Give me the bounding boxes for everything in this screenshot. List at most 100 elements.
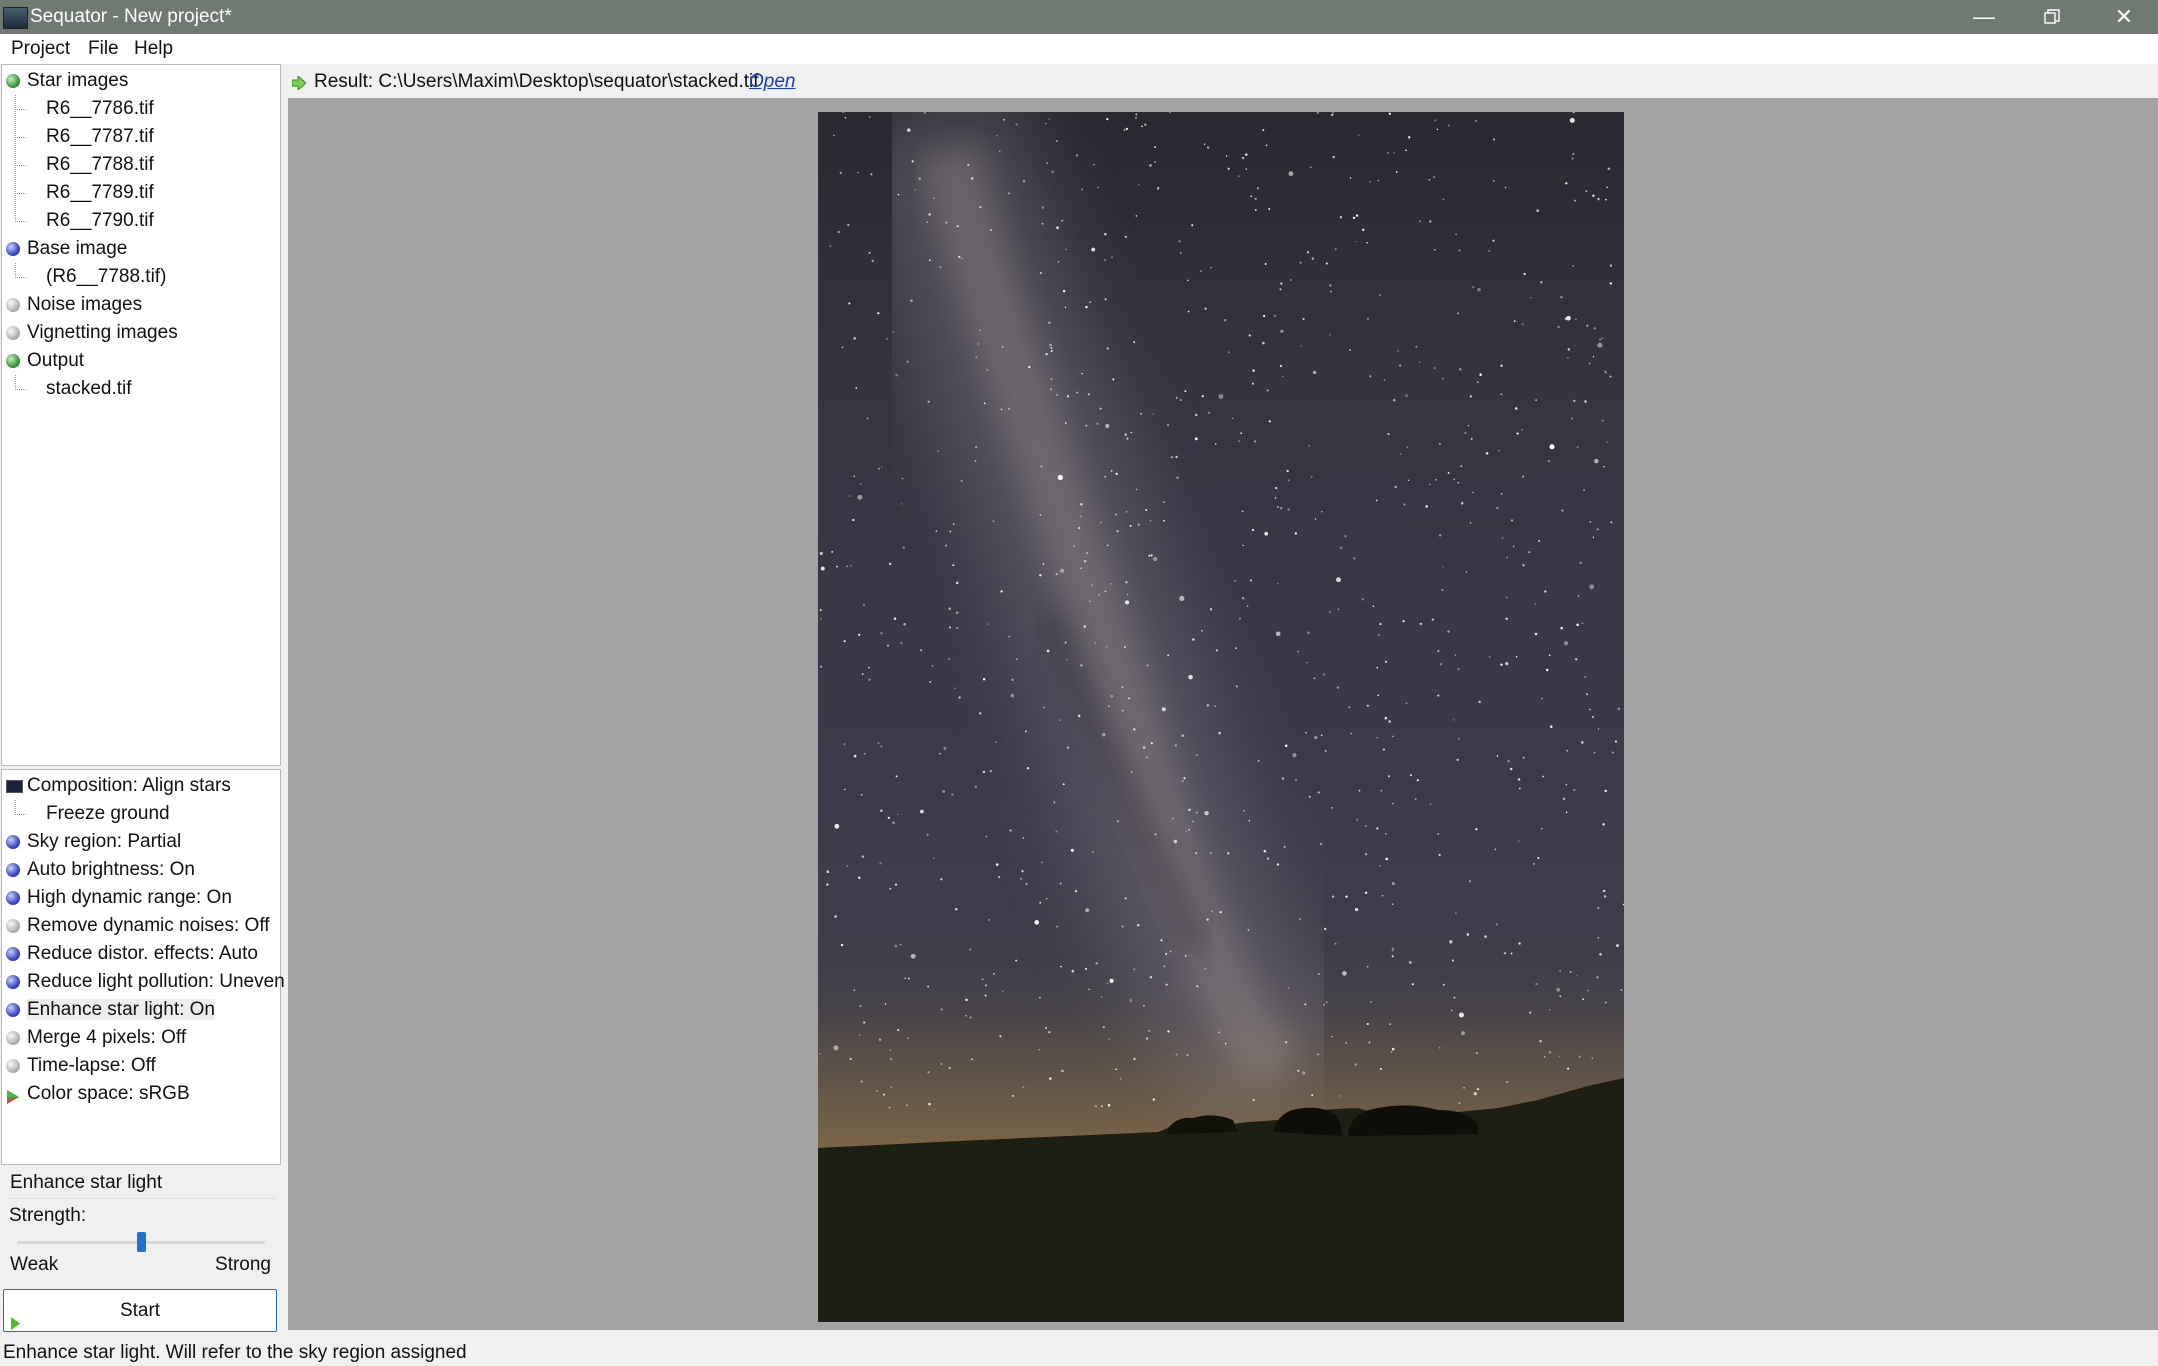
star-dot [1173,839,1178,844]
star-dot [952,523,955,525]
star-dot [1280,329,1284,333]
menu-help[interactable]: Help [134,38,173,60]
tree-output[interactable]: Output [6,347,84,375]
tree-noise-images[interactable]: Noise images [6,291,142,319]
star-dot [1079,515,1082,518]
star-dot [861,855,865,858]
setting-reduce-distortion[interactable]: Reduce distor. effects: Auto [6,940,258,968]
star-dot [1175,396,1178,399]
star-dot [1379,1067,1382,1071]
star-dot [1133,341,1136,344]
star-dot [1124,897,1127,900]
star-dot [1002,118,1005,121]
star-dot [1596,528,1599,531]
setting-auto-brightness[interactable]: Auto brightness: On [6,856,195,884]
star-dot [985,835,988,838]
star-dot [1364,853,1368,856]
star-dot [1339,546,1343,550]
star-dot [1369,180,1371,183]
menu-project[interactable]: Project [11,38,70,60]
tree-base-image[interactable]: Base image [6,235,127,263]
star-dot [1250,195,1253,198]
star-dot [1541,697,1543,700]
star-dot [1607,167,1611,171]
tree-file-7786[interactable]: R6__7786.tif [46,95,154,123]
restore-icon[interactable] [2018,0,2086,34]
star-dot [969,948,972,951]
star-dot [1187,279,1189,282]
tree-connector [15,95,26,110]
star-dot [1145,1037,1149,1040]
tree-file-7787[interactable]: R6__7787.tif [46,123,154,151]
setting-sky-region[interactable]: Sky region: Partial [6,828,181,856]
setting-reduce-light-pollution[interactable]: Reduce light pollution: Uneven [6,968,285,996]
star-dot [1456,758,1459,761]
star-dot [1083,560,1087,563]
minimize-icon[interactable]: — [1950,0,2018,34]
star-dot [843,788,846,791]
setting-color-space[interactable]: Color space: sRGB [6,1080,190,1108]
setting-merge-pixels[interactable]: Merge 4 pixels: Off [6,1024,186,1052]
star-dot [1504,186,1507,189]
star-dot [1405,394,1408,397]
star-dot [1582,998,1585,1001]
star-dot [979,329,981,332]
star-dot [1060,568,1065,573]
star-dot [1408,136,1411,139]
star-dot [899,943,902,946]
setting-freeze-ground[interactable]: Freeze ground [46,800,170,828]
setting-remove-noises[interactable]: Remove dynamic noises: Off [6,912,270,940]
slider-thumb[interactable] [137,1232,146,1252]
star-dot [1062,289,1066,293]
setting-composition[interactable]: Composition: Align stars [6,772,231,800]
star-dot [1203,143,1206,145]
star-dot [1163,965,1166,968]
image-viewer[interactable] [288,98,2158,1330]
star-dot [938,752,941,755]
star-dot [897,193,900,196]
tree-file-7789[interactable]: R6__7789.tif [46,179,154,207]
tree-star-images[interactable]: Star images [6,67,128,95]
open-link[interactable]: Open [749,71,795,93]
star-dot [1567,357,1569,359]
setting-label: High dynamic range: On [27,887,232,908]
setting-hdr[interactable]: High dynamic range: On [6,884,232,912]
strength-slider[interactable] [17,1232,265,1254]
tree-base-file[interactable]: (R6__7788.tif) [46,263,166,291]
tree-file-7788[interactable]: R6__7788.tif [46,151,154,179]
star-dot [969,1016,972,1019]
star-dot [875,1090,878,1092]
star-dot [1241,597,1245,600]
star-dot [845,565,848,568]
star-dot [1572,152,1575,156]
star-dot [1436,128,1439,131]
star-dot [1264,263,1267,265]
star-dot [1165,983,1168,986]
star-dot [949,626,951,629]
star-dot [1345,895,1348,898]
star-dot [1141,125,1143,128]
star-dot [1022,1086,1025,1089]
close-icon[interactable]: ✕ [2090,0,2158,34]
star-dot [1105,645,1108,648]
menu-file[interactable]: File [88,38,119,60]
star-dot [853,754,857,758]
tree-output-file[interactable]: stacked.tif [46,375,132,403]
star-dot [1066,746,1070,749]
star-dot [1135,488,1138,491]
tree-file-7790[interactable]: R6__7790.tif [46,207,154,235]
start-button[interactable]: Start [3,1289,277,1332]
tree-vignetting-images[interactable]: Vignetting images [6,319,178,347]
star-dot [1380,789,1383,792]
star-dot [1176,476,1179,479]
setting-time-lapse[interactable]: Time-lapse: Off [6,1052,156,1080]
star-dot [1448,939,1453,944]
star-dot [1537,856,1540,859]
star-dot [1604,789,1607,793]
setting-enhance-star-light[interactable]: Enhance star light: On [6,996,215,1024]
star-dot [1254,209,1257,211]
star-dot [1266,389,1269,392]
status-bar: Enhance star light. Will refer to the sk… [0,1338,2158,1366]
status-dot-icon [6,975,20,989]
star-dot [982,677,986,681]
